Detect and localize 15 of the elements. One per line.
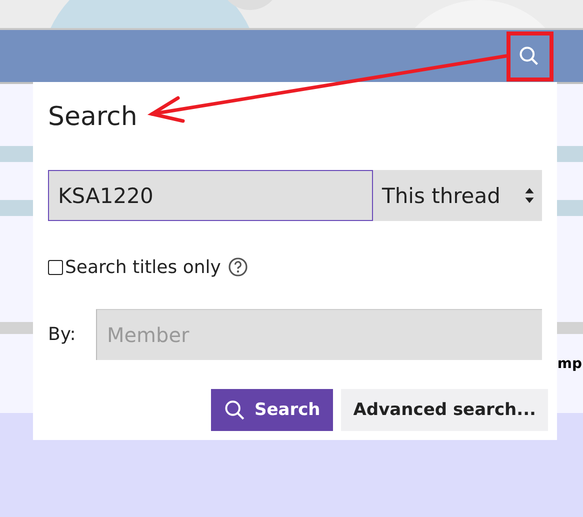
- search-field[interactable]: KSA1220: [48, 170, 373, 221]
- highlight-box: [506, 32, 554, 82]
- advanced-search-button[interactable]: Advanced search...: [341, 389, 548, 431]
- updown-icon: [525, 188, 534, 203]
- search-icon: [518, 45, 540, 67]
- popup-title: Search: [48, 102, 138, 134]
- checkbox[interactable]: [48, 260, 63, 274]
- checkbox-label: Search titles only: [65, 256, 221, 278]
- help-icon[interactable]: [228, 257, 248, 277]
- scope-select[interactable]: This thread: [373, 170, 542, 221]
- cut-text: mp: [557, 356, 582, 372]
- by-label: By:: [48, 324, 77, 345]
- member-field[interactable]: Member: [96, 309, 542, 360]
- search-button[interactable]: Search: [211, 389, 334, 431]
- search-icon: [224, 399, 246, 421]
